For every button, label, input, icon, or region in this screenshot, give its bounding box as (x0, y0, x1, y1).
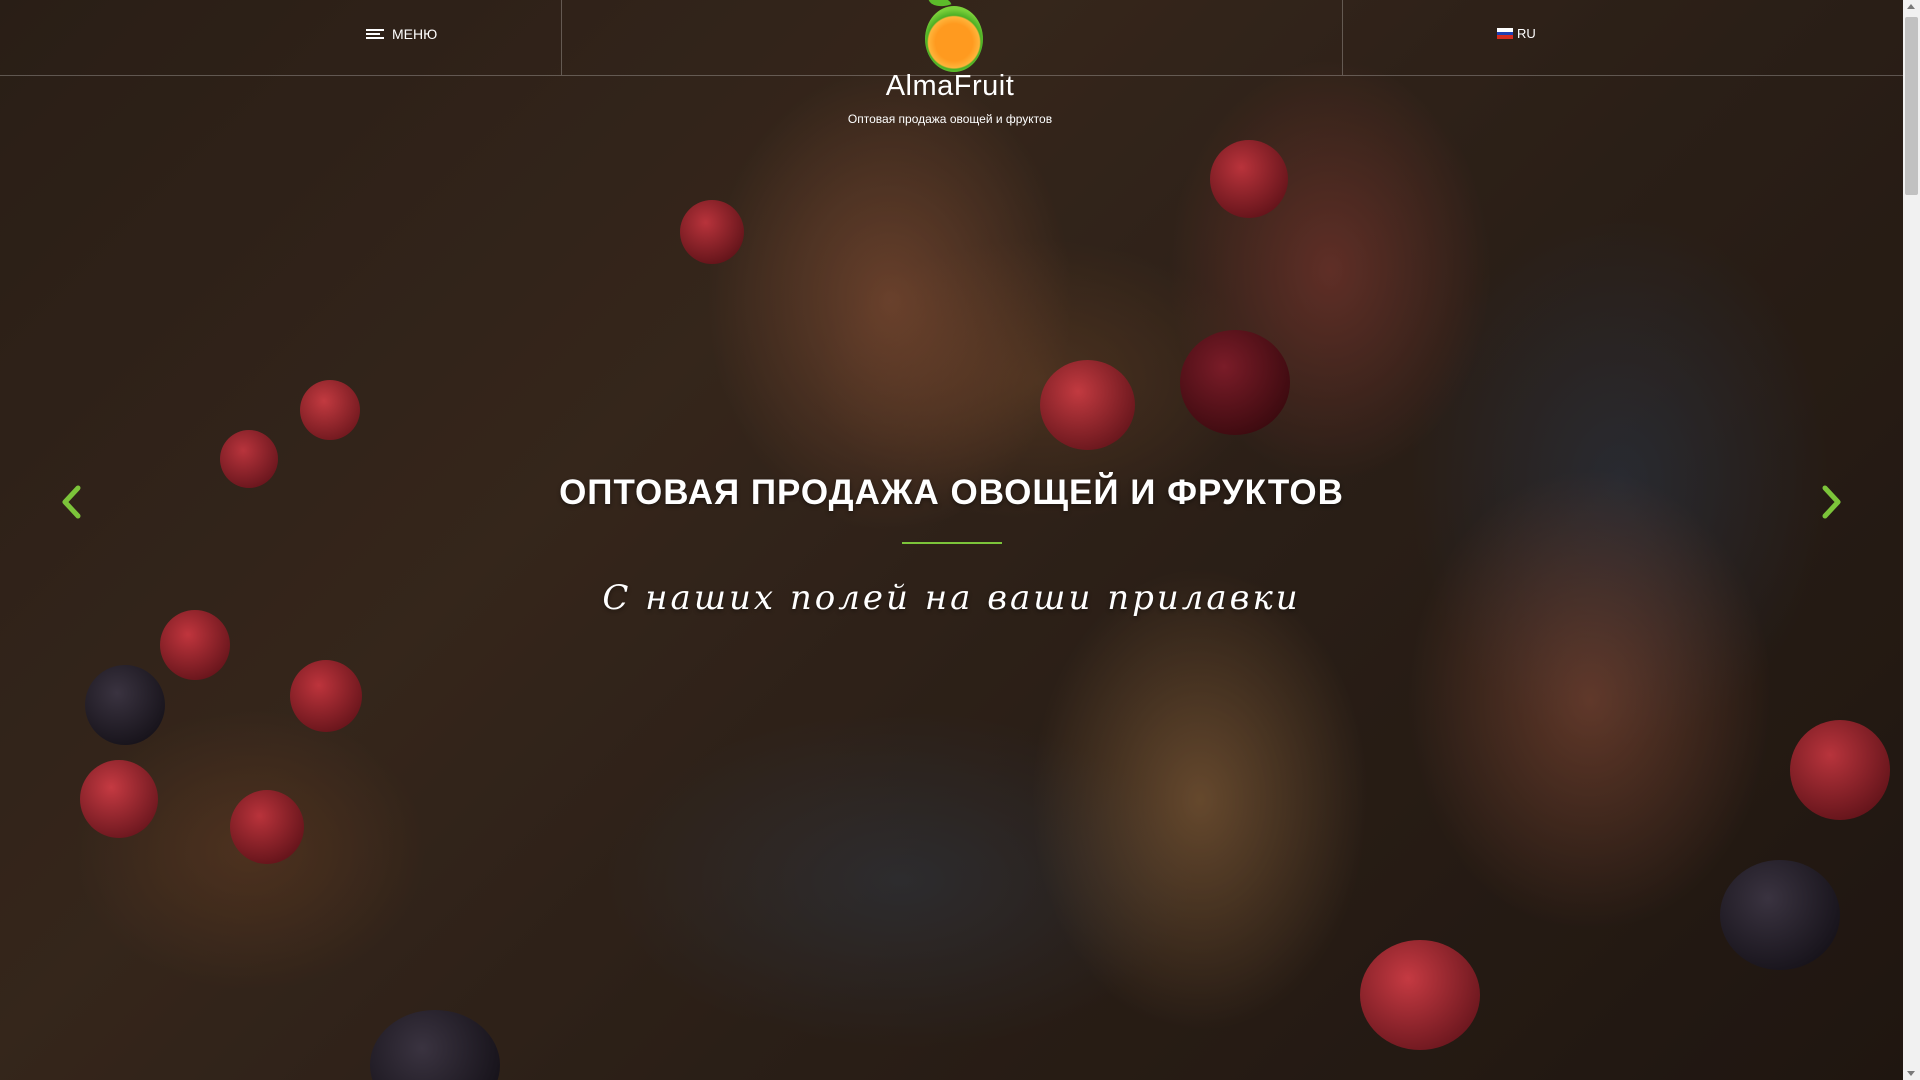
hamburger-icon (366, 29, 384, 39)
cherry-decoration (230, 790, 304, 864)
hero-title: ОПТОВАЯ ПРОДАЖА ОВОЩЕЙ И ФРУКТОВ (559, 473, 1344, 512)
title-underline (902, 542, 1002, 544)
hero-tagline: С наших полей на ваши прилавки (602, 578, 1301, 618)
logo-name: AlmaFruit (885, 70, 1015, 102)
cherry-decoration (1180, 330, 1290, 435)
menu-button[interactable]: МЕНЮ (366, 26, 437, 42)
cherry-decoration (1040, 360, 1135, 450)
blackberry-decoration (85, 665, 165, 745)
cherry-decoration (80, 760, 158, 838)
cherry-decoration (680, 200, 744, 264)
cherry-decoration (1210, 140, 1288, 218)
nav-divider (1342, 0, 1343, 75)
language-label: RU (1517, 26, 1536, 41)
language-selector[interactable]: RU (1497, 26, 1536, 41)
scroll-up-icon[interactable] (1907, 4, 1915, 9)
russian-flag-icon (1497, 28, 1513, 40)
cherry-decoration (1360, 940, 1480, 1050)
cherry-decoration (1790, 720, 1890, 820)
logo-subtitle: Оптовая продажа овощей и фруктов (847, 112, 1053, 126)
hero-background (0, 0, 1903, 1080)
scrollbar-thumb[interactable] (1905, 17, 1918, 195)
site-logo[interactable]: AlmaFruit Оптовая продажа овощей и фрукт… (840, 0, 1060, 130)
scroll-down-icon[interactable] (1907, 1071, 1915, 1076)
cherry-decoration (290, 660, 362, 732)
blackberry-decoration (1720, 860, 1840, 970)
nav-divider (561, 0, 562, 75)
cherry-decoration (160, 610, 230, 680)
logo-fruit-icon (925, 6, 983, 72)
page-scrollbar[interactable] (1903, 0, 1920, 1080)
menu-label: МЕНЮ (392, 26, 438, 42)
cherry-decoration (300, 380, 360, 440)
blackberry-decoration (370, 1010, 500, 1080)
